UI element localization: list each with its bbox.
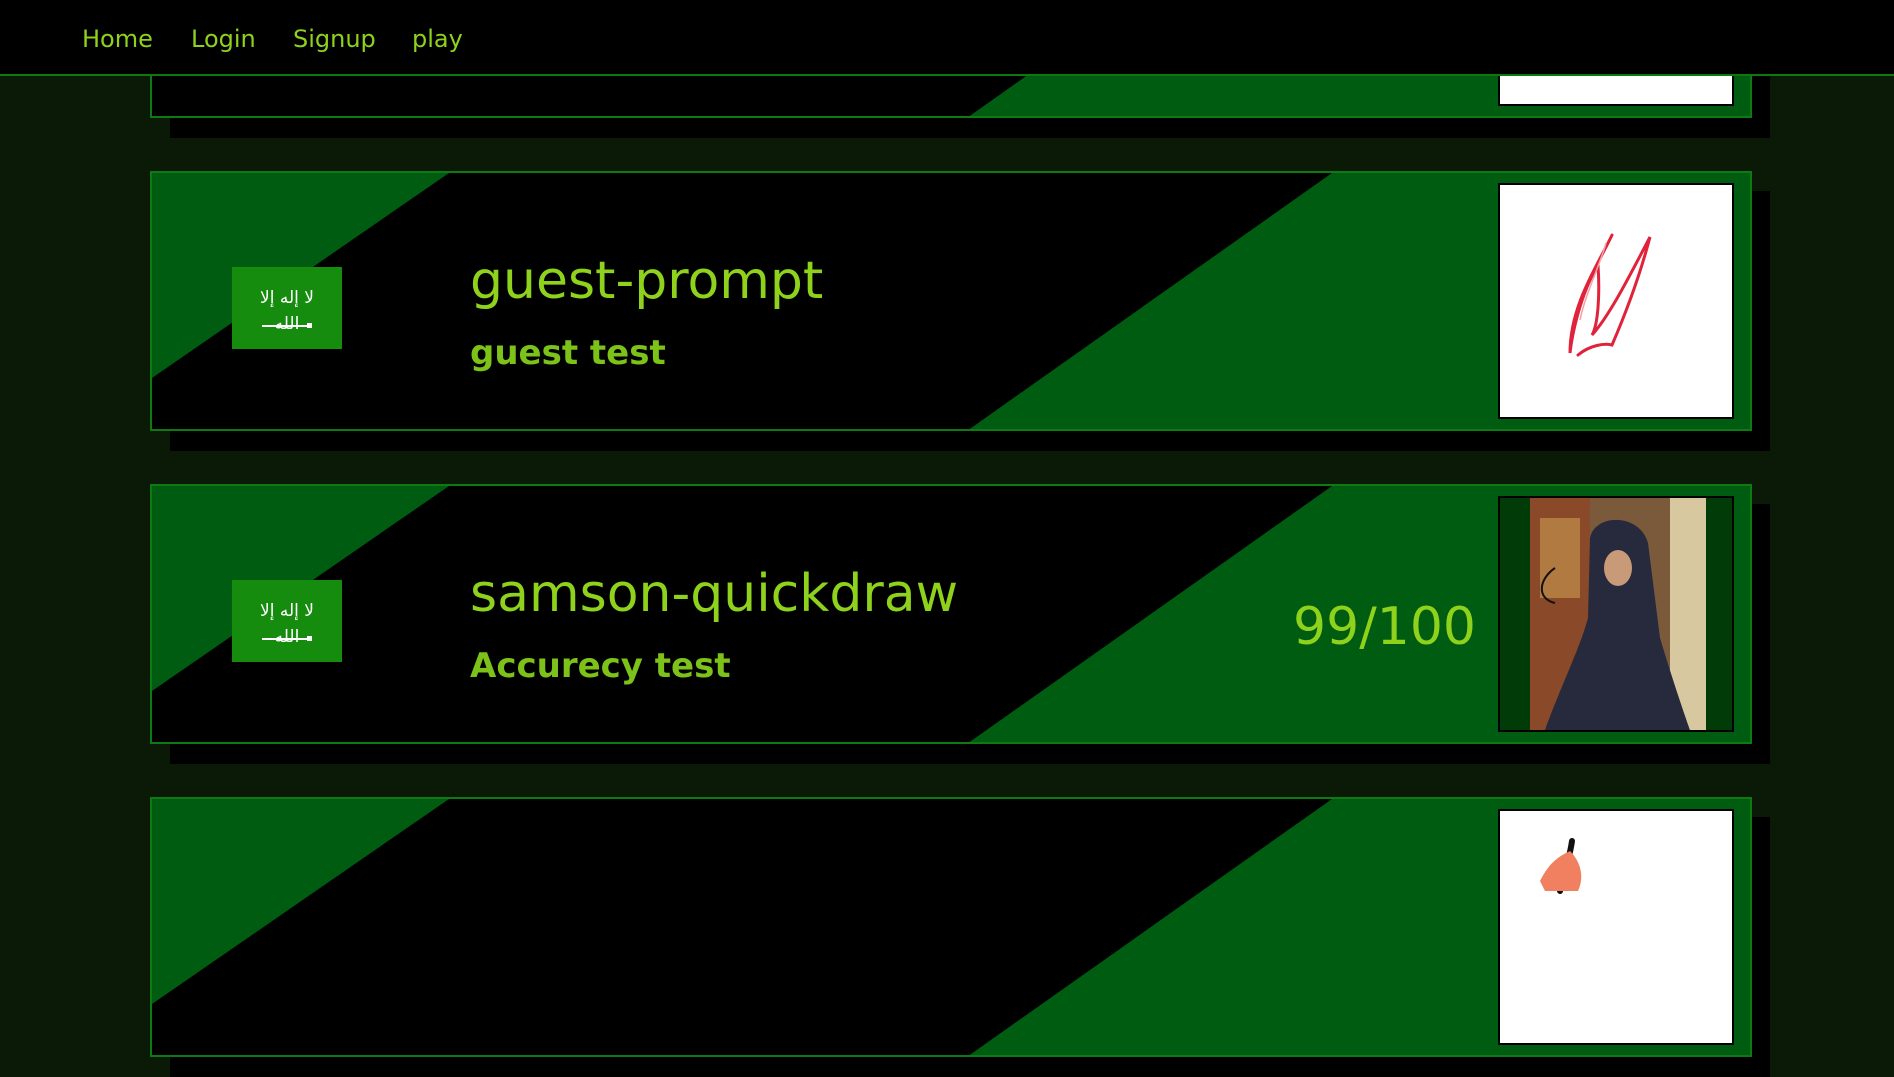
saudi-arabia-flag-icon: لا إله إلا الله <box>232 267 342 349</box>
leaderboard-row-partial-bottom[interactable] <box>150 797 1770 1077</box>
nav-signup-link[interactable]: Signup <box>293 24 376 54</box>
leaderboard-row[interactable]: لا إله إلا الله guest-prompt guest test <box>150 171 1770 451</box>
leaderboard-row[interactable]: لا إله إلا الله samson-quickdraw Accurec… <box>150 484 1770 764</box>
top-nav: Home Login Signup play <box>0 0 1894 76</box>
row-card <box>150 797 1752 1057</box>
entry-subtitle: guest test <box>470 333 666 373</box>
flag-sword <box>262 323 312 328</box>
nav-home-link[interactable]: Home <box>82 24 153 54</box>
drawing-thumbnail[interactable] <box>1498 496 1734 732</box>
nav-play-link[interactable]: play <box>412 24 463 54</box>
flag-sword <box>262 636 312 641</box>
orange-sketch-drawing-icon <box>1540 838 1582 894</box>
entry-score: 99/100 <box>1293 597 1476 657</box>
entry-title: guest-prompt <box>470 251 824 311</box>
nav-login-link[interactable]: Login <box>191 24 256 54</box>
row-card: لا إله إلا الله guest-prompt guest test <box>150 171 1752 431</box>
flag-script: لا إله إلا الله <box>260 288 315 334</box>
portrait-photo-icon <box>1530 498 1706 730</box>
saudi-arabia-flag-icon: لا إله إلا الله <box>232 580 342 662</box>
drawing-thumbnail[interactable] <box>1498 183 1734 419</box>
red-scribble-drawing-icon <box>1568 233 1652 357</box>
flag-script: لا إله إلا الله <box>260 601 315 647</box>
row-card: لا إله إلا الله samson-quickdraw Accurec… <box>150 484 1752 744</box>
entry-subtitle: Accurecy test <box>470 646 731 686</box>
entry-title: samson-quickdraw <box>470 564 959 624</box>
drawing-thumbnail[interactable] <box>1498 809 1734 1045</box>
